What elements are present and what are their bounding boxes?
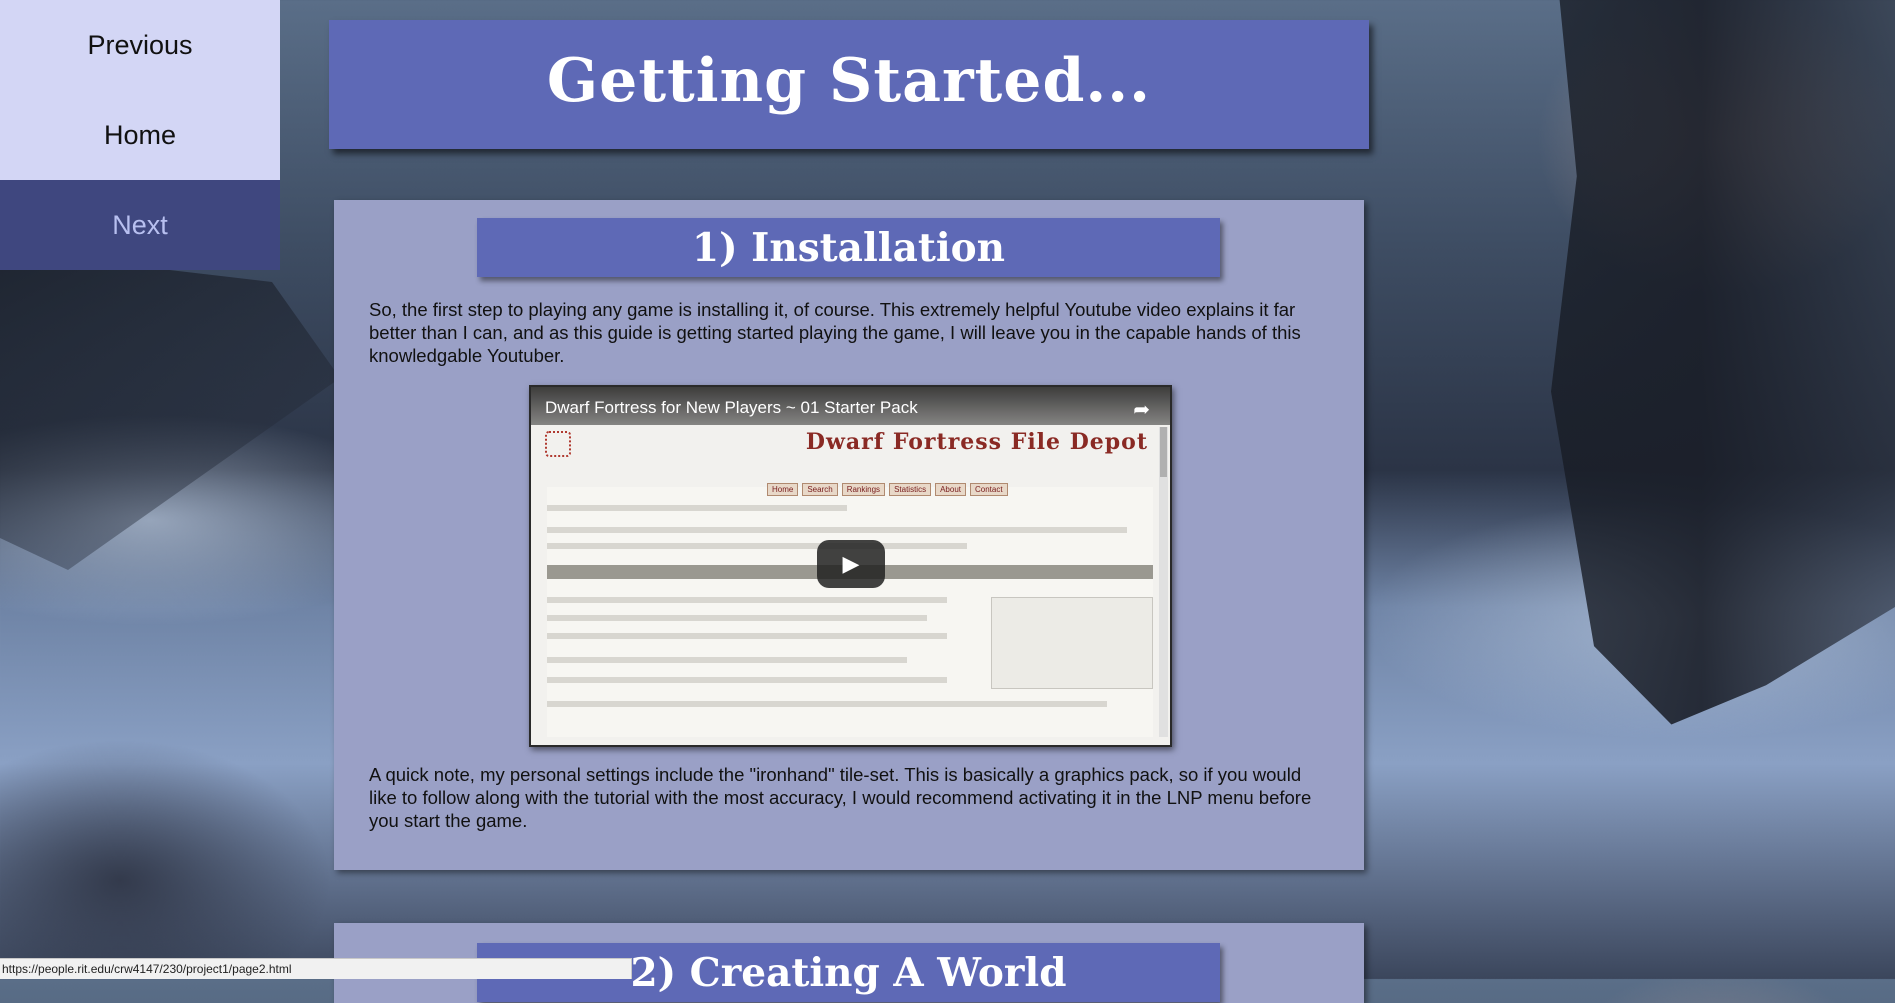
- video-menu-item: Search: [802, 483, 838, 496]
- video-menu-item: Statistics: [889, 483, 932, 496]
- video-text-line: [547, 527, 1127, 533]
- video-text-line: [547, 615, 927, 621]
- page-header: Getting Started...: [329, 20, 1369, 149]
- video-text-line: [547, 677, 947, 683]
- play-icon: ▶: [842, 551, 860, 577]
- video-text-line: [547, 701, 1107, 707]
- play-button[interactable]: ▶: [817, 540, 885, 588]
- video-site-banner: Dwarf Fortress File Depot: [805, 429, 1148, 455]
- video-site-menu: Home Search Rankings Statistics About Co…: [767, 483, 1008, 496]
- nav-home-link[interactable]: Home: [0, 90, 280, 180]
- background-cliff: [1551, 0, 1895, 725]
- video-menu-item: About: [935, 483, 966, 496]
- video-menu-item: Contact: [969, 483, 1008, 496]
- video-text-line: [547, 543, 967, 549]
- nav-next-link[interactable]: Next: [0, 180, 280, 270]
- side-navigation: Previous Home Next: [0, 0, 280, 270]
- installation-intro-text: So, the first step to playing any game i…: [369, 299, 1301, 366]
- video-file-info-panel: [991, 597, 1153, 689]
- browser-status-url: https://people.rit.edu/crw4147/230/proje…: [0, 958, 632, 979]
- site-logo-icon: [545, 431, 571, 457]
- video-text-line: [547, 657, 907, 663]
- video-title-bar: Dwarf Fortress for New Players ~ 01 Star…: [531, 387, 1170, 425]
- tileset-note-text: A quick note, my personal settings inclu…: [369, 764, 1312, 831]
- video-menu-item: Home: [767, 483, 799, 496]
- page-title: Getting Started...: [546, 45, 1152, 116]
- nav-previous-link[interactable]: Previous: [0, 0, 280, 90]
- video-title[interactable]: Dwarf Fortress for New Players ~ 01 Star…: [545, 398, 918, 418]
- background-rock-left: [0, 250, 340, 570]
- video-frame-content: Home Search Rankings Statistics About Co…: [547, 483, 1153, 737]
- video-text-line: [547, 505, 847, 511]
- video-text-line: [547, 633, 947, 639]
- youtube-video-embed[interactable]: Dwarf Fortress File Depot Home Search Ra…: [529, 385, 1172, 747]
- video-text-line: [547, 597, 947, 603]
- installation-section: 1) Installation So, the first step to pl…: [334, 200, 1364, 870]
- video-menu-item: Rankings: [841, 483, 886, 496]
- video-scrollbar: [1159, 427, 1168, 737]
- section-title-installation: 1) Installation: [477, 218, 1220, 277]
- share-icon[interactable]: ➦: [1133, 397, 1150, 421]
